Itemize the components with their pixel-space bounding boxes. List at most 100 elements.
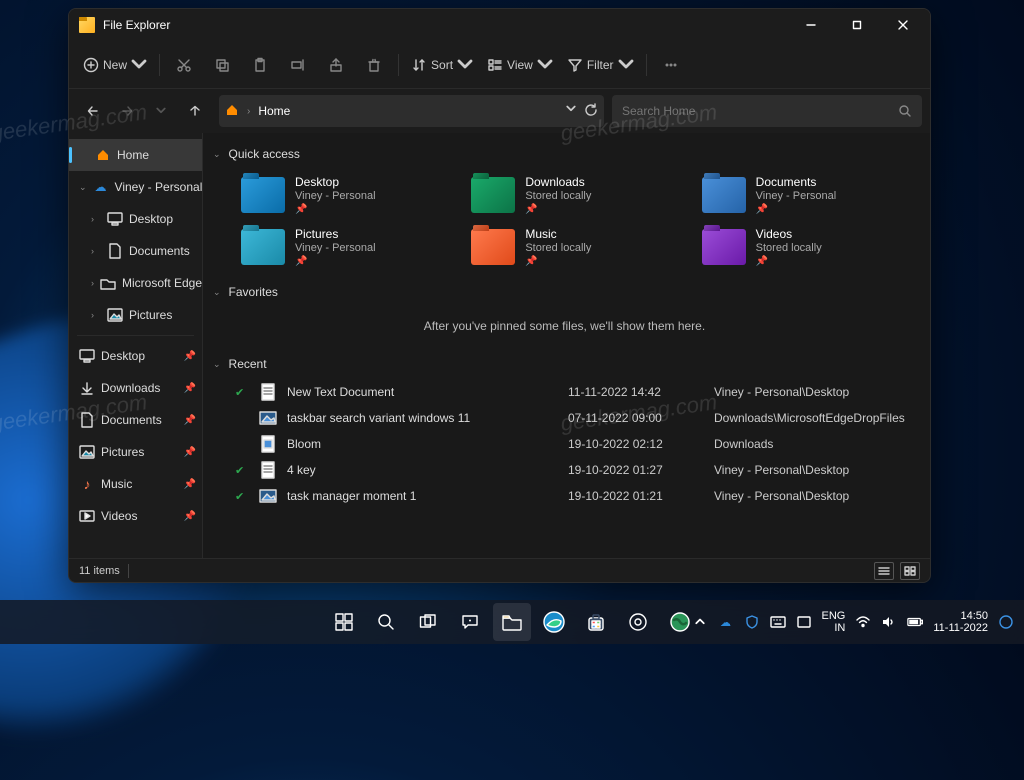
section-label: Recent (229, 357, 267, 371)
new-button[interactable]: New (77, 47, 153, 83)
sort-button[interactable]: Sort (405, 47, 479, 83)
language-indicator[interactable]: ENGIN (822, 610, 846, 634)
onedrive-tray-icon[interactable]: ☁ (718, 614, 734, 630)
sidebar-item[interactable]: Pictures📌 (69, 436, 202, 468)
address-bar[interactable]: › Home (219, 95, 604, 127)
details-view-button[interactable] (874, 562, 894, 580)
folder-icon (241, 229, 285, 265)
minimize-button[interactable] (788, 9, 834, 41)
folder-icon (471, 177, 515, 213)
cut-button[interactable] (166, 47, 202, 83)
window-title: File Explorer (103, 18, 170, 32)
system-tray[interactable]: ☁ ENGIN 14:5011-11-2022 (692, 610, 1024, 634)
security-tray-icon[interactable] (744, 614, 760, 630)
thumbnails-view-button[interactable] (900, 562, 920, 580)
sidebar-item[interactable]: › Documents (69, 235, 202, 267)
taskbar[interactable]: ☁ ENGIN 14:5011-11-2022 (0, 600, 1024, 644)
notifications-icon[interactable] (998, 614, 1014, 630)
search-box[interactable] (612, 95, 922, 127)
edge-button[interactable] (535, 603, 573, 641)
sidebar-item[interactable]: › Microsoft Edge (69, 267, 202, 299)
wifi-icon[interactable] (855, 614, 871, 630)
chevron-right-icon[interactable]: › (91, 310, 101, 320)
clock[interactable]: 14:5011-11-2022 (933, 610, 988, 634)
sidebar-item[interactable]: ›Desktop (69, 203, 202, 235)
refresh-button[interactable] (584, 103, 598, 120)
chevron-right-icon[interactable]: › (91, 246, 101, 256)
quick-access-item[interactable]: ☁PicturesViney - Personal📌 (237, 223, 455, 271)
recent-item[interactable]: ✔New Text Document11-11-2022 14:42Viney … (233, 379, 916, 405)
keyboard-tray-icon[interactable] (770, 614, 786, 630)
quick-access-item[interactable]: DownloadsStored locally📌 (467, 171, 685, 219)
sidebar-item-label: Music (101, 477, 132, 491)
rename-icon (290, 57, 306, 73)
folder-icon (107, 307, 123, 323)
sidebar-item-onedrive[interactable]: ⌄ ☁ Viney - Personal (69, 171, 202, 203)
file-explorer-button[interactable] (493, 603, 531, 641)
sidebar-item-home[interactable]: Home (69, 139, 202, 171)
quick-access-item[interactable]: ☁DocumentsViney - Personal📌 (698, 171, 916, 219)
sidebar-item-label: Downloads (101, 381, 160, 395)
settings-button[interactable] (619, 603, 657, 641)
delete-button[interactable] (356, 47, 392, 83)
quick-access-item[interactable]: MusicStored locally📌 (467, 223, 685, 271)
view-button[interactable]: View (481, 47, 559, 83)
app-button[interactable] (661, 603, 699, 641)
store-button[interactable] (577, 603, 615, 641)
up-button[interactable] (179, 95, 211, 127)
quick-access-item[interactable]: VideosStored locally📌 (698, 223, 916, 271)
file-icon (259, 487, 277, 505)
search-icon (898, 104, 912, 118)
titlebar[interactable]: File Explorer (69, 9, 930, 41)
chevron-right-icon[interactable]: › (91, 278, 94, 288)
recent-item[interactable]: ✔task manager moment 119-10-2022 01:21Vi… (233, 483, 916, 509)
sidebar-item[interactable]: Desktop📌 (69, 340, 202, 372)
search-button[interactable] (367, 603, 405, 641)
filter-button[interactable]: Filter (561, 47, 640, 83)
volume-icon[interactable] (881, 614, 897, 630)
copy-icon (214, 57, 230, 73)
file-name: New Text Document (287, 385, 562, 399)
sidebar-item-label: Viney - Personal (115, 180, 202, 194)
recent-locations-button[interactable] (145, 95, 177, 127)
paste-button[interactable] (242, 47, 278, 83)
chevron-down-icon[interactable]: ⌄ (79, 182, 87, 193)
recent-item[interactable]: ✔4 key19-10-2022 01:27Viney - Personal\D… (233, 457, 916, 483)
recent-item[interactable]: taskbar search variant windows 1107-11-2… (233, 405, 916, 431)
copy-button[interactable] (204, 47, 240, 83)
gear-icon (626, 610, 650, 634)
chevron-down-icon: ⌄ (213, 359, 221, 370)
section-quick-access[interactable]: ⌄Quick access (213, 141, 916, 167)
recent-item[interactable]: Bloom19-10-2022 02:12Downloads (233, 431, 916, 457)
quick-access-item[interactable]: DesktopViney - Personal📌 (237, 171, 455, 219)
rename-button[interactable] (280, 47, 316, 83)
file-name: Bloom (287, 437, 562, 451)
more-button[interactable] (653, 47, 689, 83)
start-button[interactable] (325, 603, 363, 641)
sidebar-item-label: Microsoft Edge (122, 276, 202, 290)
address-dropdown[interactable] (566, 103, 576, 120)
maximize-button[interactable] (834, 9, 880, 41)
section-favorites[interactable]: ⌄Favorites (213, 279, 916, 305)
search-input[interactable] (622, 104, 898, 118)
sidebar-item[interactable]: ♪Music📌 (69, 468, 202, 500)
sidebar-item[interactable]: ›Pictures (69, 299, 202, 331)
sidebar-item[interactable]: Videos📌 (69, 500, 202, 532)
folder-icon (500, 610, 524, 634)
back-button[interactable] (77, 95, 109, 127)
chevron-right-icon[interactable]: › (91, 214, 101, 224)
app-tray-icon[interactable] (796, 614, 812, 630)
share-button[interactable] (318, 47, 354, 83)
pin-icon: 📌 (525, 256, 591, 267)
sidebar-item-label: Documents (129, 244, 190, 258)
cloud-icon: ☁ (93, 179, 109, 195)
close-button[interactable] (880, 9, 926, 41)
sort-label: Sort (431, 58, 453, 72)
sidebar-item[interactable]: Downloads📌 (69, 372, 202, 404)
chat-button[interactable] (451, 603, 489, 641)
task-view-button[interactable] (409, 603, 447, 641)
sidebar-item[interactable]: Documents📌 (69, 404, 202, 436)
battery-icon[interactable] (907, 614, 923, 630)
forward-button[interactable] (111, 95, 143, 127)
section-recent[interactable]: ⌄ Recent (213, 351, 916, 377)
